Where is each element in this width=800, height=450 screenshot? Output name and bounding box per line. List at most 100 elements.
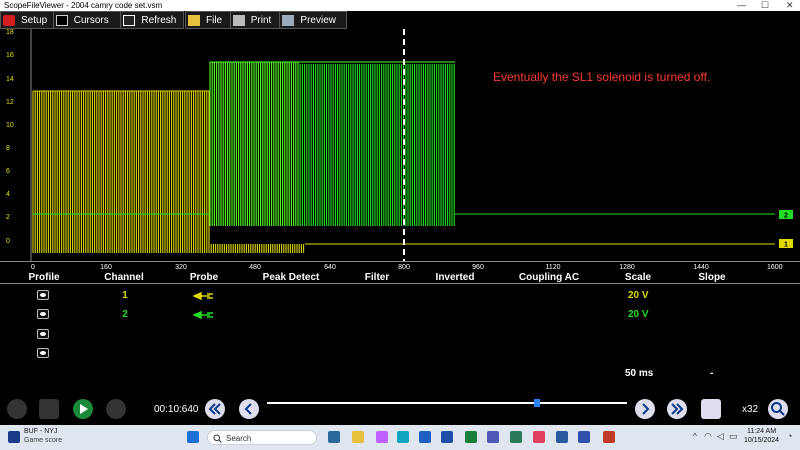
folder-icon [188,14,200,26]
header-peak-detect: Peak Detect [262,272,320,283]
preview-label: Preview [300,14,336,26]
x-label: 800 [398,264,410,271]
channel-row: 1 20 V [0,289,800,305]
header-coupling-ac: Coupling AC [518,272,580,283]
magnifier-icon [771,402,785,416]
clock-date[interactable]: 10/15/2024 [744,437,779,444]
step-forward-button[interactable] [635,399,655,419]
scope-viewer-icon[interactable] [556,431,568,443]
refresh-label: Refresh [141,14,177,26]
notifications-icon[interactable]: ◔ [787,431,792,441]
file-button[interactable]: File [186,12,231,28]
y-label: 14 [6,76,14,83]
wifi-icon[interactable]: ◠ [704,431,712,442]
record-icon[interactable] [106,399,126,419]
eye-icon[interactable] [37,348,49,358]
x-label: 0 [31,264,35,271]
toolbar: Setup Cursors Refresh File Print Preview [0,11,800,29]
copilot-icon[interactable] [376,431,388,443]
timeline-thumb[interactable] [534,399,540,407]
eye-icon[interactable] [37,290,49,300]
maximize-button[interactable]: ☐ [761,0,769,11]
nfl-logo-icon[interactable] [8,431,20,443]
app-icon[interactable] [603,431,615,443]
timeline-track[interactable] [267,402,627,404]
fit-screen-icon[interactable] [701,399,721,419]
weather-widget-title[interactable]: BUF - NYJ [24,428,57,435]
probe-icon[interactable] [193,291,215,301]
y-label: 8 [6,145,10,152]
battery-icon[interactable]: ▭ [729,431,738,442]
x-label: 960 [472,264,484,271]
edge-icon[interactable] [397,431,409,443]
search-icon [213,434,222,443]
playback-speed[interactable]: x32 [742,404,758,415]
file-label: File [206,14,223,26]
y-label: 6 [6,168,10,175]
eye-icon[interactable] [37,329,49,339]
app-icon[interactable] [578,431,590,443]
skip-back-button[interactable] [205,399,225,419]
teams-icon[interactable] [487,431,499,443]
zoom-button[interactable] [768,399,788,419]
print-button[interactable]: Print [231,12,281,28]
taskbar: BUF - NYJ Game score Search ^ ◠ ◁ ▭ 11:2… [0,425,800,450]
header-profile: Profile [28,272,60,283]
play-button[interactable] [73,399,93,419]
header-scale: Scale [624,272,652,283]
refresh-button[interactable]: Refresh [121,12,183,28]
scale-value[interactable]: 20 V [628,290,649,301]
timebase-value[interactable]: 50 ms [625,368,653,379]
y-label: 2 [6,214,10,221]
outlook-icon[interactable] [419,431,431,443]
channel-row [0,328,800,344]
title-bar: ScopeFileViewer - 2004 camry code set.vs… [0,0,800,11]
x-axis-labels: 0 160 320 480 640 800 960 1120 1280 1440… [0,261,800,278]
channel-number: 1 [122,290,128,301]
x-label: 1280 [619,264,635,271]
calculator-icon[interactable] [510,431,522,443]
playback-controls: 00:10:640 x32 [0,395,800,425]
header-channel: Channel [104,272,144,283]
volume-icon[interactable]: ◁ [717,431,724,442]
time-readout: 00:10:640 [154,404,199,415]
header-probe: Probe [189,272,219,283]
header-inverted: Inverted [435,272,475,283]
setup-label: Setup [21,14,48,26]
channel-row [0,347,800,363]
header-filter: Filter [364,272,390,283]
file-explorer-icon[interactable] [352,431,364,443]
task-view-icon[interactable] [328,431,340,443]
scale-value[interactable]: 20 V [628,309,649,320]
setup-button[interactable]: Setup [1,12,54,28]
settings-gear-icon[interactable] [7,399,27,419]
step-back-button[interactable] [239,399,259,419]
window-title: ScopeFileViewer - 2004 camry code set.vs… [4,1,163,10]
printer-icon [232,14,245,26]
tray-chevron-icon[interactable]: ^ [693,432,697,441]
app-icon[interactable] [533,431,545,443]
refresh-icon [123,14,136,26]
scope-waveform-plot[interactable]: Eventually the SL1 solenoid is turned of… [0,29,800,261]
channel-row: 2 20 V [0,308,800,324]
word-icon[interactable] [441,431,453,443]
preview-button[interactable]: Preview [280,12,346,28]
left-chevron-icon [244,403,252,415]
skip-forward-button[interactable] [667,399,687,419]
y-label: 10 [6,122,14,129]
close-button[interactable]: ✕ [786,0,794,11]
taskbar-search[interactable]: Search [207,430,317,445]
start-windows-icon[interactable] [187,431,199,443]
stop-icon[interactable] [39,399,59,419]
probe-icon[interactable] [193,310,215,320]
eye-icon[interactable] [37,309,49,319]
excel-icon[interactable] [465,431,477,443]
cursors-label: Cursors [73,14,109,26]
minimize-button[interactable]: — [737,0,746,11]
x-label: 1440 [693,264,709,271]
cursors-button[interactable]: Cursors [54,12,122,28]
clock-time[interactable]: 11:24 AM [747,428,776,435]
x-label: 160 [100,264,112,271]
print-label: Print [250,14,272,26]
slope-value[interactable]: - [710,368,713,379]
